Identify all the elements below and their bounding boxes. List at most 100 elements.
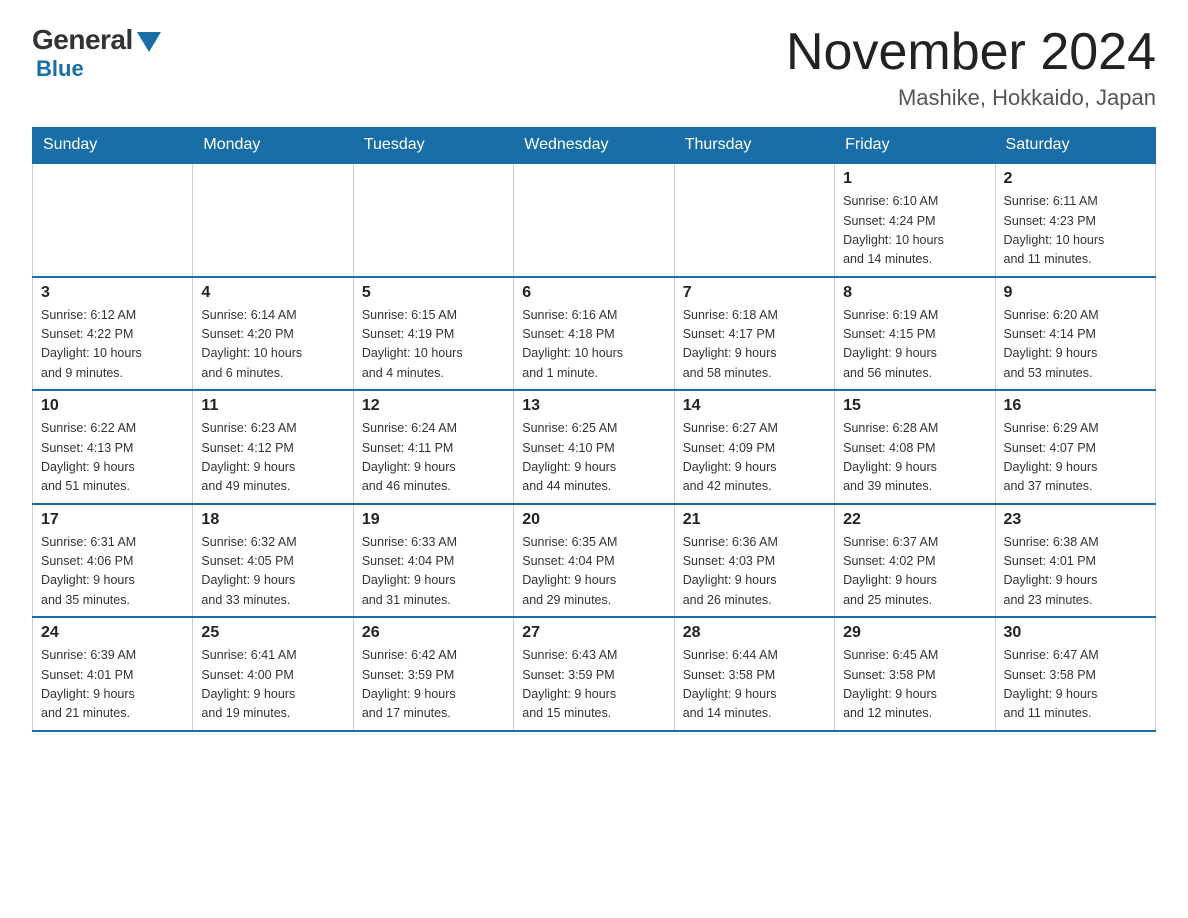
calendar-cell: 1 Sunrise: 6:10 AM Sunset: 4:24 PM Daylig…: [835, 163, 995, 277]
day-number: 20: [522, 511, 665, 529]
day-info: Sunrise: 6:43 AM Sunset: 3:59 PM Dayligh…: [522, 646, 665, 724]
weekday-header-saturday: Saturday: [995, 128, 1155, 164]
calendar-cell: 12 Sunrise: 6:24 AM Sunset: 4:11 PM Dayli…: [353, 390, 513, 504]
day-info: Sunrise: 6:28 AM Sunset: 4:08 PM Dayligh…: [843, 419, 986, 497]
day-number: 11: [201, 397, 344, 415]
calendar-cell: 2 Sunrise: 6:11 AM Sunset: 4:23 PM Daylig…: [995, 163, 1155, 277]
day-number: 16: [1004, 397, 1147, 415]
calendar-cell: 8Sunrise: 6:19 AM Sunset: 4:15 PM Daylig…: [835, 277, 995, 391]
day-info: Sunrise: 6:12 AM Sunset: 4:22 PM Dayligh…: [41, 306, 184, 384]
day-info: Sunrise: 6:10 AM Sunset: 4:24 PM Dayligh…: [843, 192, 986, 270]
calendar-cell: 10 Sunrise: 6:22 AM Sunset: 4:13 PM Dayli…: [33, 390, 193, 504]
day-number: 19: [362, 511, 505, 529]
calendar-week-row-4: 17 Sunrise: 6:31 AM Sunset: 4:06 PM Dayli…: [33, 504, 1156, 618]
calendar-cell: 27Sunrise: 6:43 AM Sunset: 3:59 PM Dayli…: [514, 617, 674, 731]
calendar-cell: 16 Sunrise: 6:29 AM Sunset: 4:07 PM Dayli…: [995, 390, 1155, 504]
day-number: 6: [522, 284, 665, 302]
weekday-header-tuesday: Tuesday: [353, 128, 513, 164]
day-info: Sunrise: 6:42 AM Sunset: 3:59 PM Dayligh…: [362, 646, 505, 724]
calendar-week-row-1: 1 Sunrise: 6:10 AM Sunset: 4:24 PM Daylig…: [33, 163, 1156, 277]
day-info: Sunrise: 6:35 AM Sunset: 4:04 PM Dayligh…: [522, 533, 665, 611]
calendar-cell: 6 Sunrise: 6:16 AM Sunset: 4:18 PM Daylig…: [514, 277, 674, 391]
calendar-cell: 13 Sunrise: 6:25 AM Sunset: 4:10 PM Dayli…: [514, 390, 674, 504]
calendar-cell: 18 Sunrise: 6:32 AM Sunset: 4:05 PM Dayli…: [193, 504, 353, 618]
day-number: 17: [41, 511, 184, 529]
day-info: Sunrise: 6:45 AM Sunset: 3:58 PM Dayligh…: [843, 646, 986, 724]
logo: General Blue: [32, 24, 161, 82]
calendar-week-row-5: 24 Sunrise: 6:39 AM Sunset: 4:01 PM Dayli…: [33, 617, 1156, 731]
weekday-header-friday: Friday: [835, 128, 995, 164]
logo-general-text: General: [32, 24, 133, 56]
day-number: 5: [362, 284, 505, 302]
day-number: 18: [201, 511, 344, 529]
calendar-cell: 3Sunrise: 6:12 AM Sunset: 4:22 PM Daylig…: [33, 277, 193, 391]
day-info: Sunrise: 6:11 AM Sunset: 4:23 PM Dayligh…: [1004, 192, 1147, 270]
day-info: Sunrise: 6:32 AM Sunset: 4:05 PM Dayligh…: [201, 533, 344, 611]
calendar-cell: 19 Sunrise: 6:33 AM Sunset: 4:04 PM Dayli…: [353, 504, 513, 618]
day-info: Sunrise: 6:36 AM Sunset: 4:03 PM Dayligh…: [683, 533, 826, 611]
logo-blue-text: Blue: [36, 56, 84, 82]
day-number: 15: [843, 397, 986, 415]
calendar-cell: [33, 163, 193, 277]
day-number: 23: [1004, 511, 1147, 529]
day-info: Sunrise: 6:39 AM Sunset: 4:01 PM Dayligh…: [41, 646, 184, 724]
month-year-title: November 2024: [786, 24, 1156, 81]
day-info: Sunrise: 6:33 AM Sunset: 4:04 PM Dayligh…: [362, 533, 505, 611]
day-number: 12: [362, 397, 505, 415]
day-number: 1: [843, 170, 986, 188]
weekday-header-wednesday: Wednesday: [514, 128, 674, 164]
calendar-cell: [193, 163, 353, 277]
day-info: Sunrise: 6:22 AM Sunset: 4:13 PM Dayligh…: [41, 419, 184, 497]
weekday-header-thursday: Thursday: [674, 128, 834, 164]
calendar-cell: 30 Sunrise: 6:47 AM Sunset: 3:58 PM Dayli…: [995, 617, 1155, 731]
day-number: 14: [683, 397, 826, 415]
calendar-cell: 23Sunrise: 6:38 AM Sunset: 4:01 PM Dayli…: [995, 504, 1155, 618]
day-number: 30: [1004, 624, 1147, 642]
logo-triangle-icon: [137, 32, 161, 52]
day-info: Sunrise: 6:20 AM Sunset: 4:14 PM Dayligh…: [1004, 306, 1147, 384]
day-number: 22: [843, 511, 986, 529]
day-info: Sunrise: 6:44 AM Sunset: 3:58 PM Dayligh…: [683, 646, 826, 724]
day-info: Sunrise: 6:37 AM Sunset: 4:02 PM Dayligh…: [843, 533, 986, 611]
calendar-cell: 5 Sunrise: 6:15 AM Sunset: 4:19 PM Daylig…: [353, 277, 513, 391]
day-number: 21: [683, 511, 826, 529]
day-info: Sunrise: 6:41 AM Sunset: 4:00 PM Dayligh…: [201, 646, 344, 724]
day-info: Sunrise: 6:18 AM Sunset: 4:17 PM Dayligh…: [683, 306, 826, 384]
calendar-cell: 24 Sunrise: 6:39 AM Sunset: 4:01 PM Dayli…: [33, 617, 193, 731]
weekday-header-sunday: Sunday: [33, 128, 193, 164]
calendar-cell: 9 Sunrise: 6:20 AM Sunset: 4:14 PM Daylig…: [995, 277, 1155, 391]
calendar-cell: [514, 163, 674, 277]
calendar-cell: 25Sunrise: 6:41 AM Sunset: 4:00 PM Dayli…: [193, 617, 353, 731]
day-info: Sunrise: 6:23 AM Sunset: 4:12 PM Dayligh…: [201, 419, 344, 497]
day-number: 29: [843, 624, 986, 642]
calendar-cell: 11 Sunrise: 6:23 AM Sunset: 4:12 PM Dayli…: [193, 390, 353, 504]
day-number: 2: [1004, 170, 1147, 188]
day-info: Sunrise: 6:27 AM Sunset: 4:09 PM Dayligh…: [683, 419, 826, 497]
day-info: Sunrise: 6:16 AM Sunset: 4:18 PM Dayligh…: [522, 306, 665, 384]
calendar-cell: 26 Sunrise: 6:42 AM Sunset: 3:59 PM Dayli…: [353, 617, 513, 731]
calendar-week-row-2: 3Sunrise: 6:12 AM Sunset: 4:22 PM Daylig…: [33, 277, 1156, 391]
day-number: 13: [522, 397, 665, 415]
calendar-cell: 21 Sunrise: 6:36 AM Sunset: 4:03 PM Dayli…: [674, 504, 834, 618]
weekday-header-row: SundayMondayTuesdayWednesdayThursdayFrid…: [33, 128, 1156, 164]
day-number: 9: [1004, 284, 1147, 302]
day-number: 8: [843, 284, 986, 302]
calendar-week-row-3: 10 Sunrise: 6:22 AM Sunset: 4:13 PM Dayli…: [33, 390, 1156, 504]
day-number: 10: [41, 397, 184, 415]
day-info: Sunrise: 6:15 AM Sunset: 4:19 PM Dayligh…: [362, 306, 505, 384]
day-info: Sunrise: 6:29 AM Sunset: 4:07 PM Dayligh…: [1004, 419, 1147, 497]
day-number: 7: [683, 284, 826, 302]
day-number: 24: [41, 624, 184, 642]
day-info: Sunrise: 6:25 AM Sunset: 4:10 PM Dayligh…: [522, 419, 665, 497]
day-info: Sunrise: 6:24 AM Sunset: 4:11 PM Dayligh…: [362, 419, 505, 497]
day-number: 4: [201, 284, 344, 302]
calendar-cell: 15 Sunrise: 6:28 AM Sunset: 4:08 PM Dayli…: [835, 390, 995, 504]
day-number: 28: [683, 624, 826, 642]
day-info: Sunrise: 6:31 AM Sunset: 4:06 PM Dayligh…: [41, 533, 184, 611]
calendar-cell: 7 Sunrise: 6:18 AM Sunset: 4:17 PM Daylig…: [674, 277, 834, 391]
day-number: 26: [362, 624, 505, 642]
day-info: Sunrise: 6:47 AM Sunset: 3:58 PM Dayligh…: [1004, 646, 1147, 724]
calendar-cell: 14 Sunrise: 6:27 AM Sunset: 4:09 PM Dayli…: [674, 390, 834, 504]
day-info: Sunrise: 6:14 AM Sunset: 4:20 PM Dayligh…: [201, 306, 344, 384]
calendar-cell: 22 Sunrise: 6:37 AM Sunset: 4:02 PM Dayli…: [835, 504, 995, 618]
